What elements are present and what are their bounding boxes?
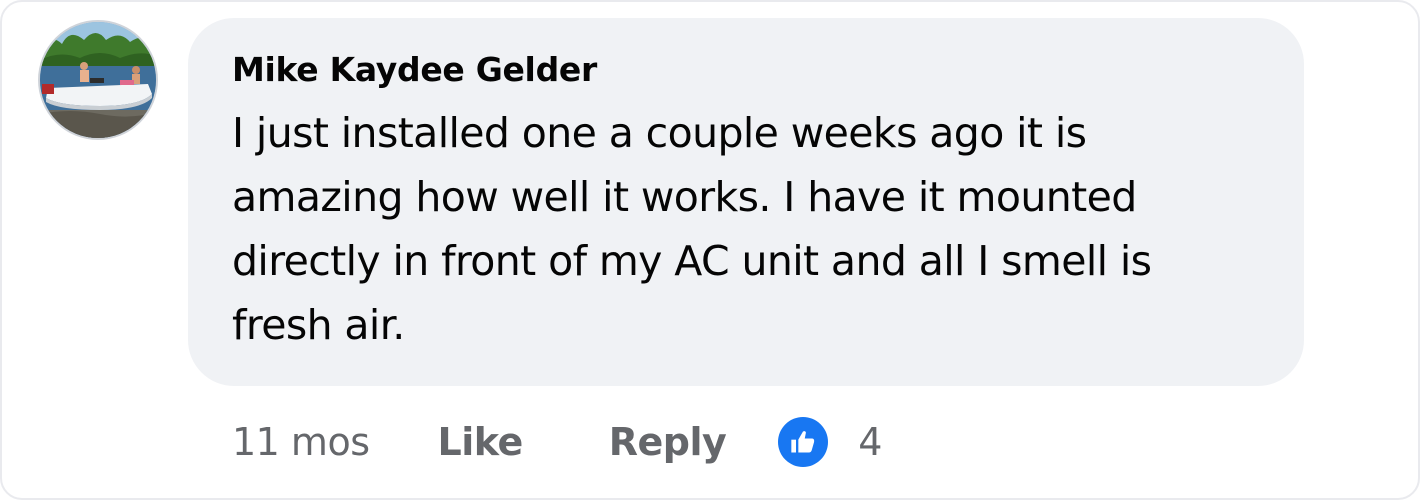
comment-card: Mike Kaydee Gelder I just installed one … <box>0 0 1420 500</box>
like-button[interactable]: Like <box>438 420 524 464</box>
comment-bubble: Mike Kaydee Gelder I just installed one … <box>188 18 1304 386</box>
avatar-photo <box>40 22 156 138</box>
reaction-summary[interactable]: 4 <box>778 417 882 467</box>
reply-button[interactable]: Reply <box>609 420 727 464</box>
comment-author[interactable]: Mike Kaydee Gelder <box>232 48 1260 92</box>
comment-text: I just installed one a couple weeks ago … <box>232 109 1152 349</box>
comment-timestamp[interactable]: 11 mos <box>232 420 370 464</box>
reaction-count: 4 <box>858 420 883 464</box>
comment-actions: 11 mos Like Reply 4 <box>232 412 882 472</box>
thumbs-up-icon <box>778 417 829 467</box>
avatar[interactable] <box>38 20 158 140</box>
